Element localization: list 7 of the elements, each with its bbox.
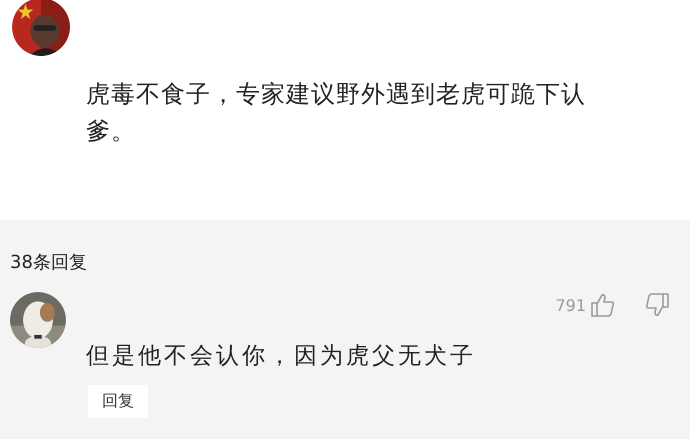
like-count: 791 [555, 296, 586, 314]
thumbs-up-icon[interactable] [590, 292, 616, 318]
reply-button[interactable]: 回复 [88, 385, 148, 418]
comment-text: 虎毒不食子，专家建议野外遇到老虎可跪下认爹。 [86, 79, 587, 147]
reply-text: 但是他不会认你，因为虎父无犬子 [86, 342, 476, 371]
thumbs-down-icon[interactable] [644, 292, 670, 318]
reply-count: 38条回复 [10, 251, 87, 274]
